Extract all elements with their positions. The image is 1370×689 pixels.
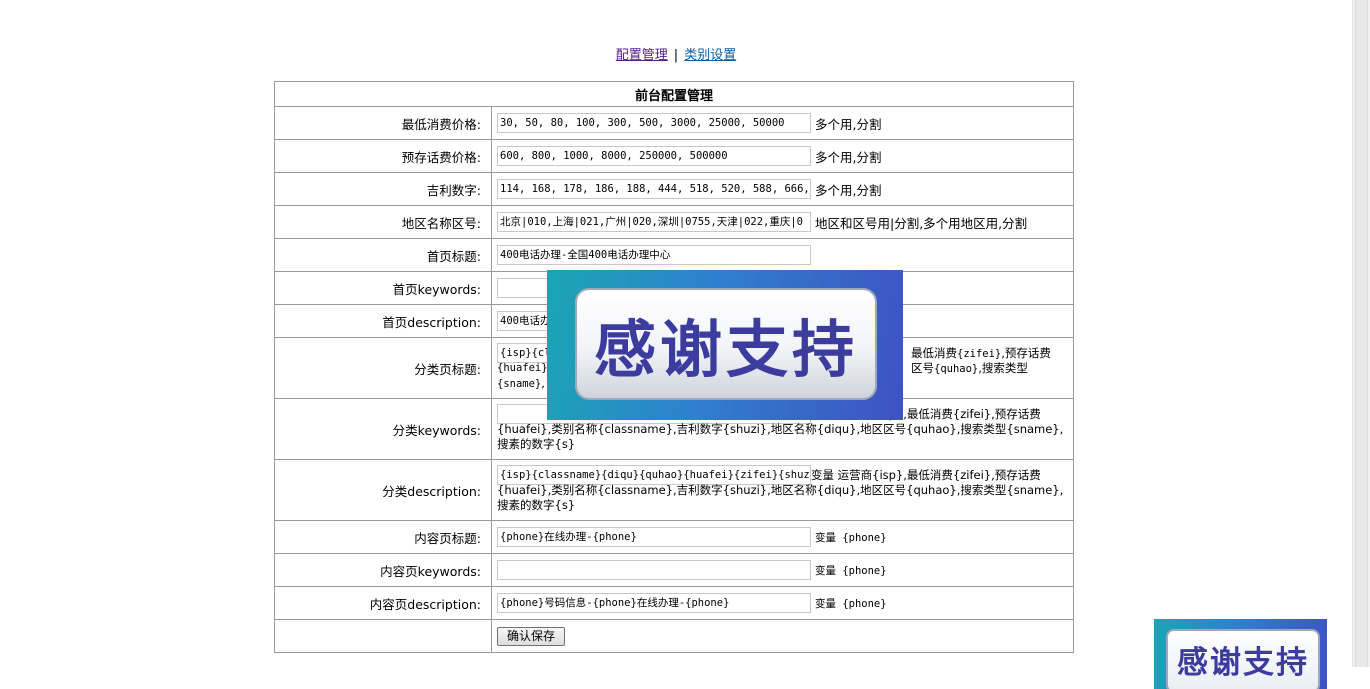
empty-cell [274, 619, 492, 653]
home-keywords-label: 首页keywords: [274, 271, 492, 305]
content-title-label: 内容页标题: [274, 520, 492, 554]
table-row: 内容页标题: {phone}在线办理-{phone} 变量 {phone} [274, 520, 1074, 554]
home-title-label: 首页标题: [274, 238, 492, 272]
table-row: 预存话费价格: 600, 800, 1000, 8000, 250000, 50… [274, 139, 1074, 173]
region-code-label: 地区名称区号: [274, 205, 492, 239]
prepaid-price-label: 预存话费价格: [274, 139, 492, 173]
thanks-overlay-plate: 感谢支持 [575, 288, 877, 400]
prepaid-price-input[interactable]: 600, 800, 1000, 8000, 250000, 500000 [497, 146, 811, 166]
config-management-link[interactable]: 配置管理 [616, 48, 668, 63]
thanks-corner-banner[interactable]: 感谢支持 [1154, 619, 1327, 689]
table-row: 吉利数字: 114, 168, 178, 186, 188, 444, 518,… [274, 172, 1074, 206]
category-title-hint-d: {sname}, [497, 376, 545, 390]
table-row: 地区名称区号: 北京|010,上海|021,广州|020,深圳|0755,天津|… [274, 205, 1074, 239]
top-nav: 配置管理 | 类别设置 [0, 44, 1352, 63]
content-title-input[interactable]: {phone}在线办理-{phone} [497, 527, 811, 547]
content-keywords-hint: 变量 {phone} [815, 564, 887, 577]
content-title-hint: 变量 {phone} [815, 531, 887, 544]
table-row: 确认保存 [274, 619, 1074, 653]
content-description-hint: 变量 {phone} [815, 597, 887, 610]
category-settings-link[interactable]: 类别设置 [684, 48, 736, 63]
category-keywords-label: 分类keywords: [274, 398, 492, 460]
scrollbar-thumb[interactable] [1355, 0, 1368, 667]
home-title-input[interactable]: 400电话办理-全国400电话办理中心 [497, 245, 811, 265]
category-title-label: 分类页标题: [274, 337, 492, 399]
table-row: 内容页keywords: 变量 {phone} [274, 553, 1074, 587]
content-keywords-input[interactable] [497, 560, 811, 580]
content-keywords-label: 内容页keywords: [274, 553, 492, 587]
prepaid-price-hint: 多个用,分割 [815, 149, 882, 165]
vertical-scrollbar[interactable] [1352, 0, 1370, 667]
category-description-hint: 变量 运营商{isp},最低消费{zifei},预存话费{huafei},类别名… [497, 468, 1064, 512]
thanks-corner-plate: 感谢支持 [1166, 629, 1320, 689]
table-row: 首页标题: 400电话办理-全国400电话办理中心 [274, 238, 1074, 272]
content-description-input[interactable]: {phone}号码信息-{phone}在线办理-{phone} [497, 593, 811, 613]
thanks-overlay-text: 感谢支持 [593, 313, 858, 386]
min-price-input[interactable]: 30, 50, 80, 100, 300, 500, 3000, 25000, … [497, 113, 811, 133]
table-row: 分类description: {isp}{classname}{diqu}{qu… [274, 459, 1074, 521]
region-code-hint: 地区和区号用|分割,多个用地区用,分割 [815, 215, 1028, 231]
table-row: 最低消费价格: 30, 50, 80, 100, 300, 500, 3000,… [274, 106, 1074, 140]
lucky-number-hint: 多个用,分割 [815, 182, 882, 198]
confirm-save-button[interactable]: 确认保存 [497, 626, 566, 646]
region-code-input[interactable]: 北京|010,上海|021,广州|020,深圳|0755,天津|022,重庆|0 [497, 212, 811, 232]
lucky-number-input[interactable]: 114, 168, 178, 186, 188, 444, 518, 520, … [497, 179, 811, 199]
thanks-overlay-banner[interactable]: 感谢支持 [547, 270, 903, 420]
min-price-hint: 多个用,分割 [815, 116, 882, 132]
home-description-label: 首页description: [274, 304, 492, 338]
category-title-hint-b: {huafei} [497, 362, 548, 374]
category-description-label: 分类description: [274, 459, 492, 521]
thanks-corner-text: 感谢支持 [1177, 645, 1309, 681]
table-title: 前台配置管理 [274, 81, 1074, 107]
nav-separator: | [673, 48, 679, 63]
min-price-label: 最低消费价格: [274, 106, 492, 140]
category-title-hint-a: 最低消费{zifei},预存话费 [911, 346, 1051, 360]
lucky-number-label: 吉利数字: [274, 172, 492, 206]
table-row: 内容页description: {phone}号码信息-{phone}在线办理-… [274, 586, 1074, 620]
content-description-label: 内容页description: [274, 586, 492, 620]
category-title-hint-c: 区号{quhao},搜索类型 [911, 361, 1028, 375]
